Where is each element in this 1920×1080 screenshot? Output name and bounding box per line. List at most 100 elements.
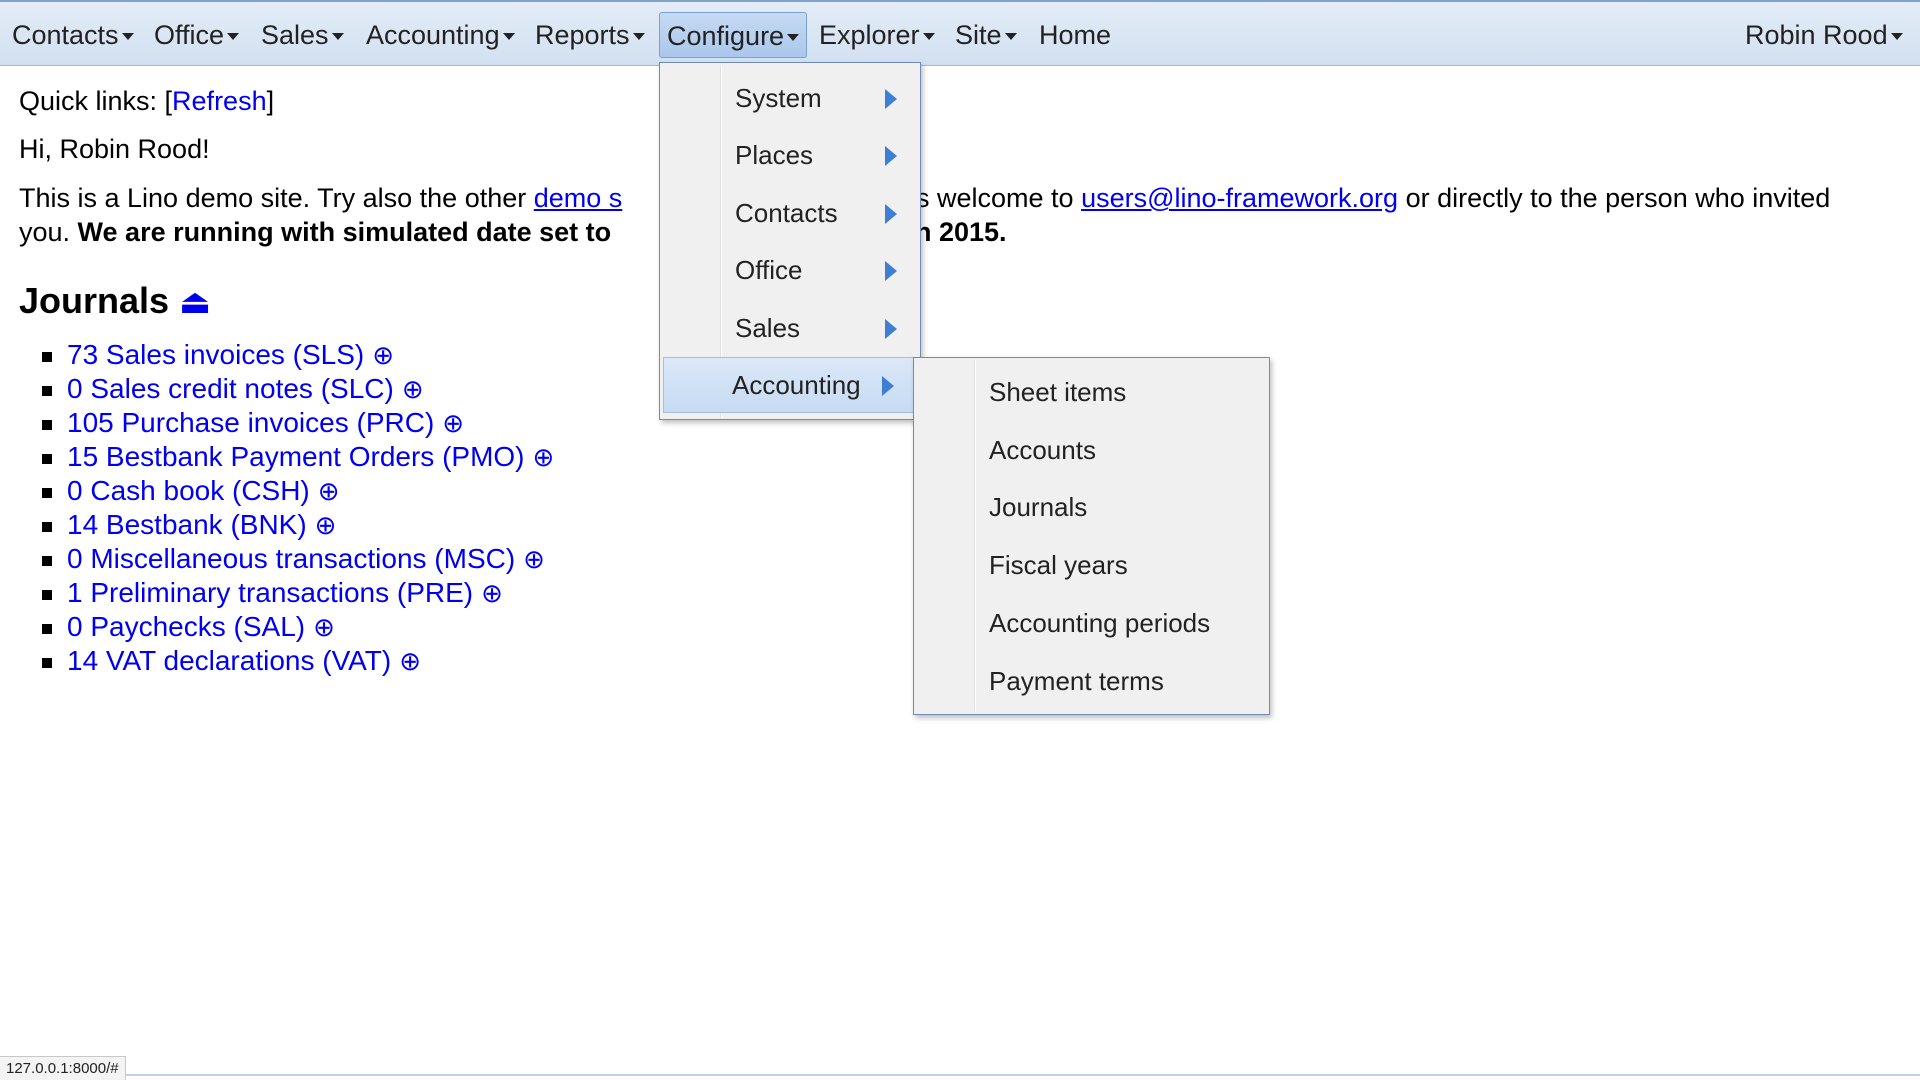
menu-explorer[interactable]: Explorer — [819, 18, 935, 52]
menu-item-label: Accounts — [989, 435, 1096, 465]
bullet-icon — [42, 658, 52, 668]
bullet-icon — [42, 590, 52, 600]
configure-item-places[interactable]: Places — [663, 128, 917, 182]
menu-site[interactable]: Site — [955, 18, 1017, 52]
submenu-item-accounting-periods[interactable]: Accounting periods — [917, 596, 1266, 650]
menu-office-label: Office — [154, 20, 225, 50]
journal-link[interactable]: 73 Sales invoices (SLS) — [67, 339, 364, 370]
add-icon[interactable]: ⊕ — [313, 612, 335, 642]
list-item: 0 Miscellaneous transactions (MSC) ⊕ — [40, 542, 554, 576]
accounting-submenu: Sheet items Accounts Journals Fiscal yea… — [913, 357, 1270, 715]
menu-item-label: Places — [735, 140, 814, 170]
main-menubar: Contacts Office Sales Accounting Reports… — [0, 0, 1920, 66]
simulated-date-notice-end: n 2015. — [915, 217, 1007, 247]
menu-item-label: Fiscal years — [989, 550, 1128, 580]
add-icon[interactable]: ⊕ — [523, 544, 545, 574]
menu-item-label: Office — [735, 255, 803, 285]
journals-title: Journals — [19, 280, 170, 321]
submenu-item-payment-terms[interactable]: Payment terms — [917, 654, 1266, 708]
menu-configure-label: Configure — [667, 21, 785, 51]
caret-down-icon — [787, 34, 800, 42]
list-item: 105 Purchase invoices (PRC) ⊕ — [40, 406, 554, 440]
intro-text: This is a Lino demo site. Try also the o… — [19, 183, 534, 213]
menu-item-label: System — [735, 83, 822, 113]
add-icon[interactable]: ⊕ — [315, 510, 337, 540]
list-item: 0 Sales credit notes (SLC) ⊕ — [40, 372, 554, 406]
journal-link[interactable]: 15 Bestbank Payment Orders (PMO) — [67, 441, 525, 472]
app-window: Contacts Office Sales Accounting Reports… — [0, 0, 1920, 1080]
caret-down-icon — [632, 33, 645, 41]
status-url: 127.0.0.1:8000/# — [0, 1056, 126, 1080]
journal-link[interactable]: 0 Sales credit notes (SLC) — [67, 373, 394, 404]
email-link[interactable]: users@lino-framework.org — [1081, 183, 1398, 213]
menu-reports[interactable]: Reports — [535, 18, 645, 52]
intro-text-line2: you. We are running with simulated date … — [19, 217, 611, 248]
demo-sites-link[interactable]: demo s — [534, 183, 623, 213]
submenu-arrow-icon — [885, 319, 897, 339]
submenu-item-accounts[interactable]: Accounts — [917, 423, 1266, 477]
journal-link[interactable]: 14 Bestbank (BNK) — [67, 509, 307, 540]
menu-contacts[interactable]: Contacts — [12, 18, 134, 52]
menu-accounting[interactable]: Accounting — [366, 18, 515, 52]
add-icon[interactable]: ⊕ — [402, 374, 424, 404]
add-icon[interactable]: ⊕ — [481, 578, 503, 608]
configure-item-system[interactable]: System — [663, 71, 917, 125]
menu-sales[interactable]: Sales — [261, 18, 344, 52]
journal-link[interactable]: 0 Miscellaneous transactions (MSC) — [67, 543, 515, 574]
collapse-icon[interactable]: ⏏ — [179, 283, 211, 321]
bullet-icon — [42, 352, 52, 362]
add-icon[interactable]: ⊕ — [442, 408, 464, 438]
configure-item-contacts[interactable]: Contacts — [663, 186, 917, 240]
menu-contacts-label: Contacts — [12, 20, 119, 50]
add-icon[interactable]: ⊕ — [533, 442, 555, 472]
add-icon[interactable]: ⊕ — [372, 340, 394, 370]
caret-down-icon — [227, 33, 240, 41]
submenu-item-sheet-items[interactable]: Sheet items — [917, 365, 1266, 419]
add-icon[interactable]: ⊕ — [399, 646, 421, 676]
intro-text: you. — [19, 217, 78, 247]
add-icon[interactable]: ⊕ — [318, 476, 340, 506]
configure-item-sales[interactable]: Sales — [663, 301, 917, 355]
submenu-arrow-icon — [882, 376, 894, 396]
bullet-icon — [42, 624, 52, 634]
journal-link[interactable]: 0 Cash book (CSH) — [67, 475, 310, 506]
list-item: 14 VAT declarations (VAT) ⊕ — [40, 644, 554, 678]
user-name-label: Robin Rood — [1745, 20, 1888, 50]
submenu-arrow-icon — [885, 261, 897, 281]
bullet-icon — [42, 386, 52, 396]
menu-item-label: Contacts — [735, 198, 838, 228]
caret-down-icon — [331, 33, 344, 41]
configure-item-accounting[interactable]: Accounting — [663, 357, 917, 413]
journal-link[interactable]: 105 Purchase invoices (PRC) — [67, 407, 434, 438]
menu-user[interactable]: Robin Rood — [1745, 18, 1903, 52]
intro-text: s welcome to — [916, 183, 1082, 213]
menu-item-label: Sheet items — [989, 377, 1127, 407]
list-item: 15 Bestbank Payment Orders (PMO) ⊕ — [40, 440, 554, 474]
caret-down-icon — [1890, 33, 1903, 41]
menu-sales-label: Sales — [261, 20, 329, 50]
journal-link[interactable]: 14 VAT declarations (VAT) — [67, 645, 391, 676]
caret-down-icon — [1004, 33, 1017, 41]
caret-down-icon — [502, 33, 515, 41]
journals-list: 73 Sales invoices (SLS) ⊕ 0 Sales credit … — [40, 338, 554, 678]
refresh-link[interactable]: Refresh — [172, 86, 267, 116]
quick-links-prefix: Quick links: [ — [19, 86, 173, 116]
menu-item-label: Payment terms — [989, 666, 1164, 696]
journal-link[interactable]: 1 Preliminary transactions (PRE) — [67, 577, 473, 608]
bullet-icon — [42, 556, 52, 566]
submenu-arrow-icon — [885, 204, 897, 224]
configure-dropdown-menu: System Places Contacts Office Sales Acco… — [659, 62, 921, 420]
journal-link[interactable]: 0 Paychecks (SAL) — [67, 611, 305, 642]
list-item: 0 Paychecks (SAL) ⊕ — [40, 610, 554, 644]
menu-reports-label: Reports — [535, 20, 630, 50]
intro-text-line1: This is a Lino demo site. Try also the o… — [19, 183, 622, 214]
menu-office[interactable]: Office — [154, 18, 240, 52]
menu-site-label: Site — [955, 20, 1002, 50]
bullet-icon — [42, 454, 52, 464]
submenu-item-journals[interactable]: Journals — [917, 480, 1266, 534]
menu-configure[interactable]: Configure — [659, 12, 808, 58]
submenu-item-fiscal-years[interactable]: Fiscal years — [917, 538, 1266, 592]
menu-home[interactable]: Home — [1039, 18, 1111, 52]
configure-item-office[interactable]: Office — [663, 243, 917, 297]
journals-heading: Journals ⏏ — [19, 280, 211, 322]
